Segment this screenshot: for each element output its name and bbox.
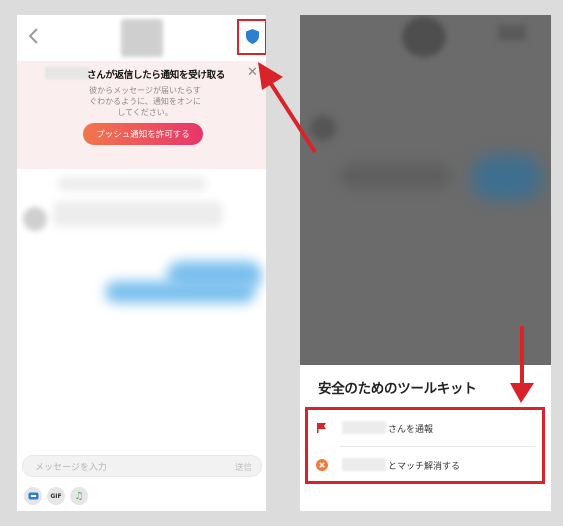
- arrow-to-shield: [264, 74, 317, 154]
- annotation-arrows: [258, 62, 534, 403]
- arrowhead-icon: [510, 383, 534, 403]
